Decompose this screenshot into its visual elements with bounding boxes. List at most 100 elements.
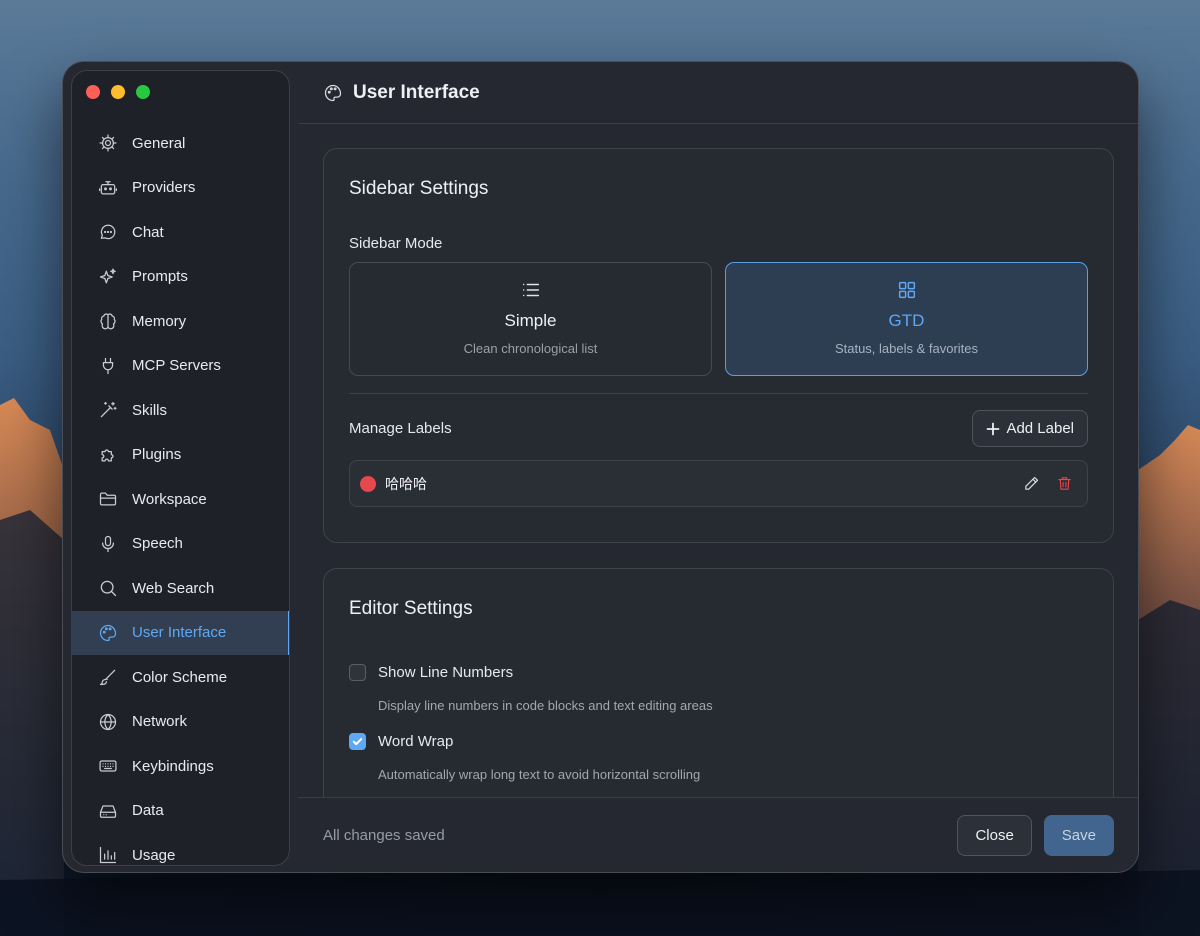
palette-icon [324, 84, 342, 101]
add-label-button[interactable]: Add Label [972, 410, 1088, 447]
manage-labels-header: Manage Labels Add Label [349, 410, 1088, 447]
hard-drive-icon [98, 801, 118, 821]
show-line-numbers-checkbox[interactable] [349, 664, 366, 681]
option-description: Display line numbers in code blocks and … [378, 698, 713, 713]
sidebar-item-label: Keybindings [132, 757, 214, 775]
sidebar-item-general[interactable]: General [72, 121, 289, 166]
plug-icon [98, 356, 118, 376]
mode-description: Status, labels & favorites [834, 341, 979, 356]
mode-option-simple[interactable]: Simple Clean chronological list [349, 262, 712, 376]
sidebar-item-network[interactable]: Network [72, 700, 289, 745]
sidebar-item-skills[interactable]: Skills [72, 388, 289, 433]
mode-title: GTD [888, 311, 925, 330]
pencil-icon [1024, 476, 1038, 490]
add-label-text: Add Label [1006, 420, 1074, 437]
settings-footer: All changes saved Close Save [298, 797, 1138, 872]
sidebar-item-data[interactable]: Data [72, 789, 289, 834]
sidebar-item-keybindings[interactable]: Keybindings [72, 744, 289, 789]
sidebar-item-prompts[interactable]: Prompts [72, 255, 289, 300]
sidebar-item-mcp-servers[interactable]: MCP Servers [72, 344, 289, 389]
close-window-button[interactable] [86, 85, 100, 99]
option-word-wrap: Word Wrap [349, 733, 1088, 750]
maximize-window-button[interactable] [136, 85, 150, 99]
close-button[interactable]: Close [957, 814, 1032, 856]
bar-chart-icon [98, 845, 118, 865]
sidebar-item-color-scheme[interactable]: Color Scheme [72, 655, 289, 700]
sidebar-item-label: Skills [132, 401, 168, 419]
sidebar-item-label: Web Search [132, 579, 215, 597]
gear-icon [98, 133, 118, 153]
sidebar-item-label: Providers [132, 179, 196, 197]
grid-icon [898, 281, 915, 299]
delete-label-button[interactable] [1051, 471, 1077, 497]
sidebar-item-memory[interactable]: Memory [72, 299, 289, 344]
mode-option-gtd[interactable]: GTD Status, labels & favorites [725, 262, 1088, 376]
sidebar-item-label: Data [132, 802, 164, 820]
sidebar-settings-card: Sidebar Settings Sidebar Mode Simple Cle… [323, 148, 1114, 543]
plus-icon [987, 422, 1000, 435]
settings-nav: General Providers Chat Prompts Memory MC… [72, 121, 289, 865]
magic-wand-icon [98, 400, 118, 420]
sidebar-item-label: Memory [132, 312, 187, 330]
sidebar-item-workspace[interactable]: Workspace [72, 477, 289, 522]
brain-icon [98, 311, 118, 331]
page-title: User Interface [353, 81, 480, 103]
label-color-dot [360, 475, 376, 492]
sidebar-item-plugins[interactable]: Plugins [72, 433, 289, 478]
sparkles-icon [98, 267, 118, 287]
manage-labels-label: Manage Labels [349, 420, 452, 437]
palette-icon [98, 623, 118, 643]
settings-content[interactable]: Sidebar Settings Sidebar Mode Simple Cle… [323, 148, 1114, 798]
settings-main: User Interface Sidebar Settings Sidebar … [298, 62, 1138, 872]
mode-description: Clean chronological list [463, 341, 598, 356]
window-controls [86, 85, 150, 99]
sidebar-item-chat[interactable]: Chat [72, 210, 289, 255]
sidebar-item-providers[interactable]: Providers [72, 166, 289, 211]
divider [349, 393, 1088, 394]
search-icon [98, 578, 118, 598]
editor-settings-card: Editor Settings Show Line Numbers Displa… [323, 568, 1114, 798]
section-title: Editor Settings [349, 598, 473, 619]
sidebar-item-label: MCP Servers [132, 357, 221, 375]
sidebar-item-label: Plugins [132, 446, 182, 464]
close-button-label: Close [975, 826, 1014, 844]
keyboard-icon [98, 756, 118, 776]
minimize-window-button[interactable] [111, 85, 125, 99]
sidebar-item-label: Speech [132, 535, 183, 553]
section-title: Sidebar Settings [349, 178, 489, 199]
sidebar-item-usage[interactable]: Usage [72, 833, 289, 865]
sidebar-item-label: Prompts [132, 268, 188, 286]
label-item: 哈哈哈 [349, 460, 1088, 507]
option-label: Word Wrap [378, 733, 454, 750]
trash-icon [1057, 477, 1071, 490]
option-show-line-numbers: Show Line Numbers [349, 664, 1088, 681]
sidebar-item-user-interface[interactable]: User Interface [72, 610, 289, 655]
option-label: Show Line Numbers [378, 664, 514, 681]
settings-sidebar: General Providers Chat Prompts Memory MC… [71, 70, 290, 866]
sidebar-mode-label: Sidebar Mode [349, 235, 443, 252]
chat-bubble-icon [98, 222, 118, 242]
mode-title: Simple [504, 311, 557, 330]
sidebar-item-label: User Interface [132, 624, 227, 642]
save-button-label: Save [1061, 826, 1096, 844]
sidebar-item-label: Color Scheme [132, 668, 228, 686]
sidebar-item-label: Network [132, 713, 188, 731]
edit-label-button[interactable] [1018, 471, 1044, 497]
sidebar-item-label: Usage [132, 846, 176, 864]
sidebar-item-label: Workspace [132, 490, 207, 508]
microphone-icon [98, 534, 118, 554]
checkmark-icon [352, 738, 363, 746]
folder-icon [98, 489, 118, 509]
sidebar-item-label: Chat [132, 223, 164, 241]
bot-icon [98, 178, 118, 198]
sidebar-item-speech[interactable]: Speech [72, 522, 289, 567]
save-button[interactable]: Save [1043, 814, 1114, 856]
settings-window: General Providers Chat Prompts Memory MC… [62, 61, 1139, 873]
word-wrap-checkbox[interactable] [349, 733, 366, 750]
sidebar-item-web-search[interactable]: Web Search [72, 566, 289, 611]
label-name: 哈哈哈 [385, 475, 427, 492]
globe-icon [98, 712, 118, 732]
page-header: User Interface [298, 62, 1138, 124]
sidebar-item-label: General [132, 134, 186, 152]
save-status: All changes saved [323, 826, 445, 844]
